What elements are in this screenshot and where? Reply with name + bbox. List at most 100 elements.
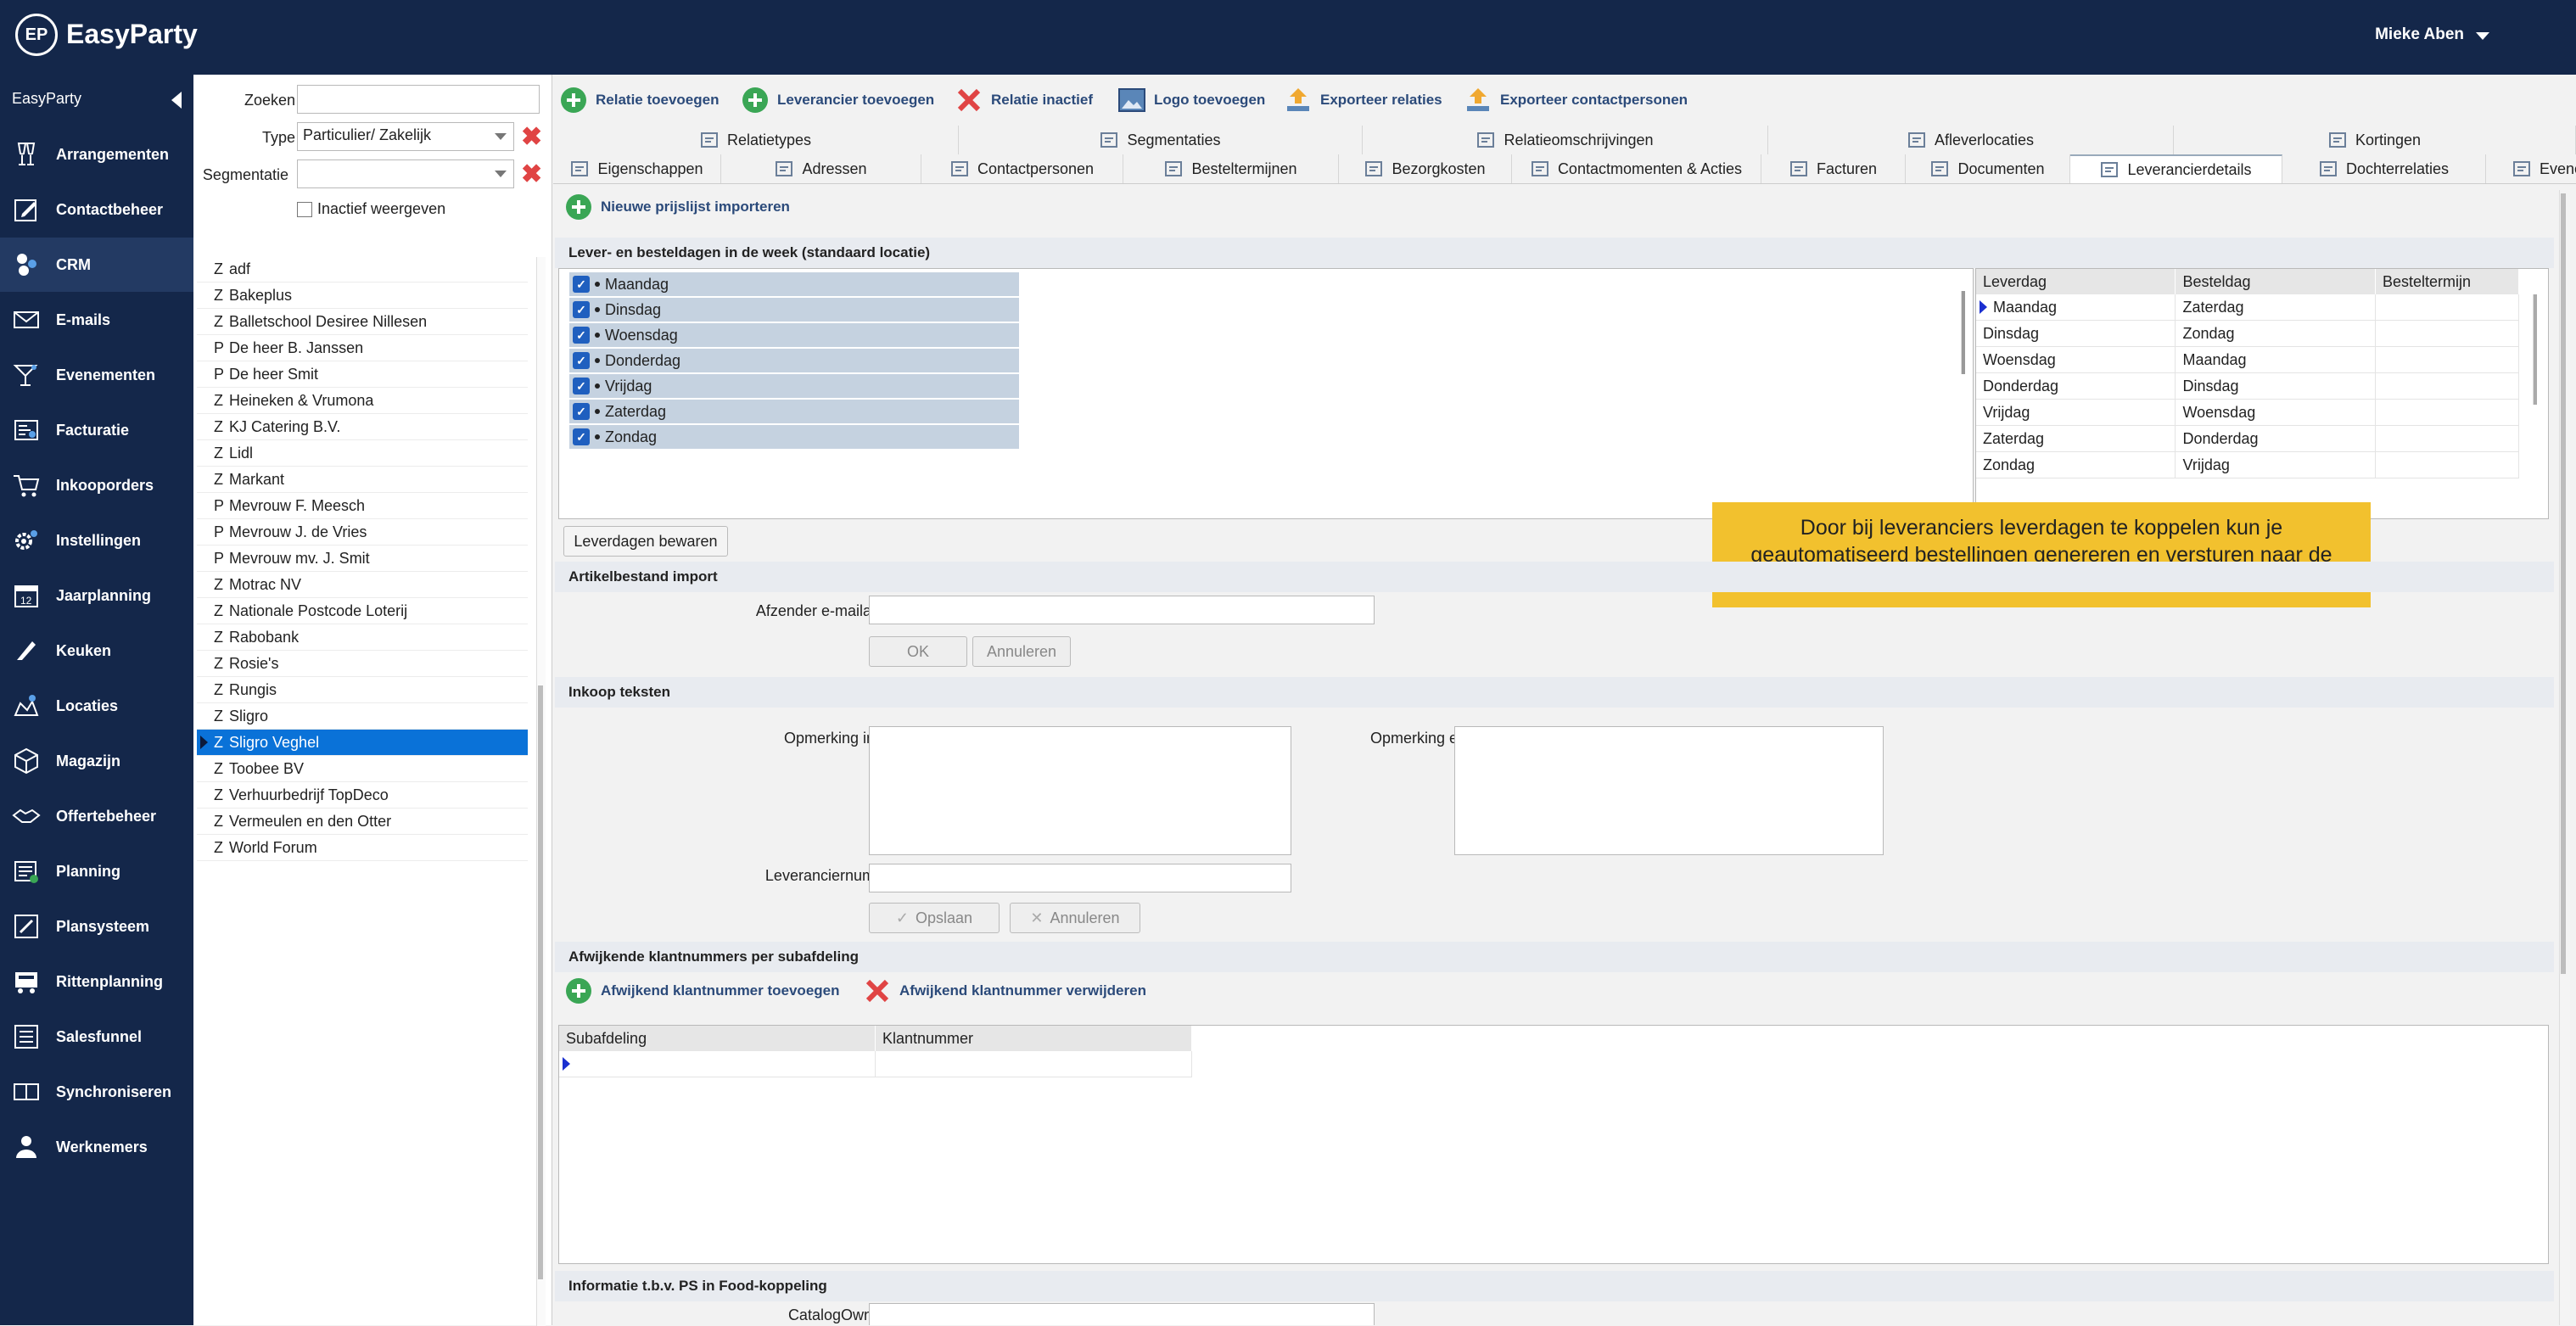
list-item[interactable]: Z World Forum bbox=[197, 835, 528, 861]
schedule-cell[interactable]: Dinsdag bbox=[2175, 372, 2376, 400]
list-item[interactable]: Z Rosie's bbox=[197, 651, 528, 677]
checked-checkbox-icon[interactable]: ✓ bbox=[573, 378, 590, 394]
schedule-cell[interactable]: Woensdag bbox=[2175, 399, 2376, 426]
search-input[interactable] bbox=[297, 85, 540, 114]
list-item[interactable]: Z Verhuurbedrijf TopDeco bbox=[197, 782, 528, 808]
list-item[interactable]: P Mevrouw mv. J. Smit bbox=[197, 546, 528, 572]
sidebar-item-rittenplanning[interactable]: Rittenplanning bbox=[0, 954, 193, 1009]
day-row[interactable]: ✓ Dinsdag bbox=[569, 298, 1019, 322]
schedule-cell[interactable] bbox=[2375, 294, 2520, 321]
list-item[interactable]: Z KJ Catering B.V. bbox=[197, 414, 528, 440]
type-select[interactable]: Particulier/ Zakelijk bbox=[297, 122, 514, 151]
tab-contactpersonen[interactable]: Contactpersonen bbox=[921, 154, 1123, 183]
list-scrollbar-thumb[interactable] bbox=[538, 685, 543, 1279]
table-row[interactable]: Maandag Zaterdag bbox=[1976, 294, 2520, 321]
schedule-cell[interactable] bbox=[2375, 320, 2520, 347]
list-item[interactable]: Z Sligro bbox=[197, 703, 528, 730]
cancel-button[interactable]: ✕ Annuleren bbox=[1010, 903, 1140, 933]
schedule-cell[interactable]: Zaterdag bbox=[1976, 425, 2176, 452]
list-item[interactable]: Z Sligro Veghel bbox=[197, 730, 528, 756]
schedule-cell[interactable]: Maandag bbox=[2175, 346, 2376, 373]
checked-checkbox-icon[interactable]: ✓ bbox=[573, 276, 590, 293]
sidebar-item-salesfunnel[interactable]: Salesfunnel bbox=[0, 1010, 193, 1064]
tab-facturen[interactable]: Facturen bbox=[1761, 154, 1906, 183]
list-item[interactable]: Z Lidl bbox=[197, 440, 528, 467]
sidebar-item-locaties[interactable]: Locaties bbox=[0, 679, 193, 733]
sidebar-item-planning[interactable]: Planning bbox=[0, 844, 193, 898]
sidebar-item-keuken[interactable]: Keuken bbox=[0, 624, 193, 678]
day-row[interactable]: ✓ Zondag bbox=[569, 425, 1019, 449]
schedule-cell[interactable] bbox=[2375, 399, 2520, 426]
tab-besteltermijnen[interactable]: Besteltermijnen bbox=[1123, 154, 1339, 183]
checked-checkbox-icon[interactable]: ✓ bbox=[573, 403, 590, 420]
remark-intern-textarea[interactable] bbox=[869, 726, 1291, 855]
list-item[interactable]: Z Bakeplus bbox=[197, 283, 528, 309]
catalog-input[interactable] bbox=[869, 1303, 1375, 1325]
day-row[interactable]: ✓ Woensdag bbox=[569, 323, 1019, 347]
sidebar-item-inkooporders[interactable]: Inkooporders bbox=[0, 458, 193, 512]
day-row[interactable]: ✓ Vrijdag bbox=[569, 374, 1019, 398]
list-item[interactable]: P Mevrouw J. de Vries bbox=[197, 519, 528, 546]
day-row[interactable]: ✓ Maandag bbox=[569, 272, 1019, 296]
add-logo-button[interactable]: Logo toevoegen bbox=[1118, 83, 1265, 117]
segment-select[interactable] bbox=[297, 159, 514, 188]
list-item[interactable]: Z Balletschool Desiree Nillesen bbox=[197, 309, 528, 335]
user-menu-caret-icon[interactable] bbox=[2476, 32, 2489, 40]
col-besteltermijn[interactable]: Besteltermijn bbox=[2375, 269, 2520, 294]
schedule-cell[interactable] bbox=[2375, 425, 2520, 452]
day-row[interactable]: ✓ Donderdag bbox=[569, 349, 1019, 372]
add-deviating-button[interactable]: Afwijkend klantnummer toevoegen bbox=[565, 974, 840, 1008]
subafdeling-cell[interactable] bbox=[559, 1051, 876, 1077]
checked-checkbox-icon[interactable]: ✓ bbox=[573, 327, 590, 344]
tab-segmentaties[interactable]: Segmentaties bbox=[959, 126, 1363, 154]
remove-deviating-button[interactable]: Afwijkend klantnummer verwijderen bbox=[864, 974, 1146, 1008]
table-row[interactable] bbox=[559, 1051, 1192, 1077]
list-item[interactable]: Z Toobee BV bbox=[197, 756, 528, 782]
table-row[interactable]: Zondag Vrijdag bbox=[1976, 451, 2520, 478]
list-item[interactable]: Z Rabobank bbox=[197, 624, 528, 651]
list-item[interactable]: Z Heineken & Vrumona bbox=[197, 388, 528, 414]
col-subafdeling[interactable]: Subafdeling bbox=[559, 1026, 876, 1051]
supplier-number-input[interactable] bbox=[869, 864, 1291, 892]
list-item[interactable]: P De heer B. Janssen bbox=[197, 335, 528, 361]
sidebar-item-e-mails[interactable]: E-mails bbox=[0, 293, 193, 347]
table-row[interactable]: Woensdag Maandag bbox=[1976, 346, 2520, 373]
main-scrollbar-thumb[interactable] bbox=[2561, 193, 2566, 974]
table-row[interactable]: Vrijdag Woensdag bbox=[1976, 399, 2520, 426]
checked-checkbox-icon[interactable]: ✓ bbox=[573, 428, 590, 445]
list-item[interactable]: Z Rungis bbox=[197, 677, 528, 703]
clear-segment-icon[interactable]: ✖ bbox=[521, 162, 542, 187]
schedule-cell[interactable]: Zondag bbox=[1976, 451, 2176, 478]
tab-afleverlocaties[interactable]: Afleverlocaties bbox=[1768, 126, 2174, 154]
remark-extern-textarea[interactable] bbox=[1454, 726, 1884, 855]
schedule-cell[interactable]: Zaterdag bbox=[2175, 294, 2376, 321]
checked-checkbox-icon[interactable]: ✓ bbox=[573, 301, 590, 318]
tab-relatietypes[interactable]: Relatietypes bbox=[553, 126, 959, 154]
add-supplier-button[interactable]: Leverancier toevoegen bbox=[742, 83, 934, 117]
schedule-cell[interactable] bbox=[2375, 346, 2520, 373]
days-scrollbar-thumb[interactable] bbox=[1961, 291, 1965, 374]
sidebar-item-synchroniseren[interactable]: Synchroniseren bbox=[0, 1065, 193, 1119]
sidebar-item-instellingen[interactable]: Instellingen bbox=[0, 513, 193, 568]
tab-dochterrelaties[interactable]: Dochterrelaties bbox=[2282, 154, 2486, 183]
table-row[interactable]: Zaterdag Donderdag bbox=[1976, 425, 2520, 452]
sidebar-item-evenementen[interactable]: Evenementen bbox=[0, 348, 193, 402]
sidebar-item-magazijn[interactable]: Magazijn bbox=[0, 734, 193, 788]
sidebar-item-werknemers[interactable]: Werknemers bbox=[0, 1120, 193, 1174]
list-item[interactable]: P Mevrouw F. Meesch bbox=[197, 493, 528, 519]
user-menu[interactable]: Mieke Aben bbox=[2375, 25, 2464, 44]
schedule-scrollbar-thumb[interactable] bbox=[2533, 294, 2537, 405]
list-item[interactable]: P De heer Smit bbox=[197, 361, 528, 388]
schedule-cell[interactable]: Maandag bbox=[1976, 294, 2176, 321]
list-item[interactable]: Zadf bbox=[197, 256, 528, 283]
tab-adressen[interactable]: Adressen bbox=[721, 154, 921, 183]
tab-bezorgkosten[interactable]: Bezorgkosten bbox=[1339, 154, 1512, 183]
import-pricelist-button[interactable]: Nieuwe prijslijst importeren bbox=[565, 190, 790, 224]
col-besteldag[interactable]: Besteldag bbox=[2175, 269, 2376, 294]
list-item[interactable]: Z Markant bbox=[197, 467, 528, 493]
list-item[interactable]: Z Nationale Postcode Loterij bbox=[197, 598, 528, 624]
export-contacts-button[interactable]: Exporteer contactpersonen bbox=[1464, 83, 1688, 117]
tab-eigenschappen[interactable]: Eigenschappen bbox=[553, 154, 721, 183]
list-item[interactable]: Z Vermeulen en den Otter bbox=[197, 808, 528, 835]
schedule-cell[interactable]: Vrijdag bbox=[2175, 451, 2376, 478]
